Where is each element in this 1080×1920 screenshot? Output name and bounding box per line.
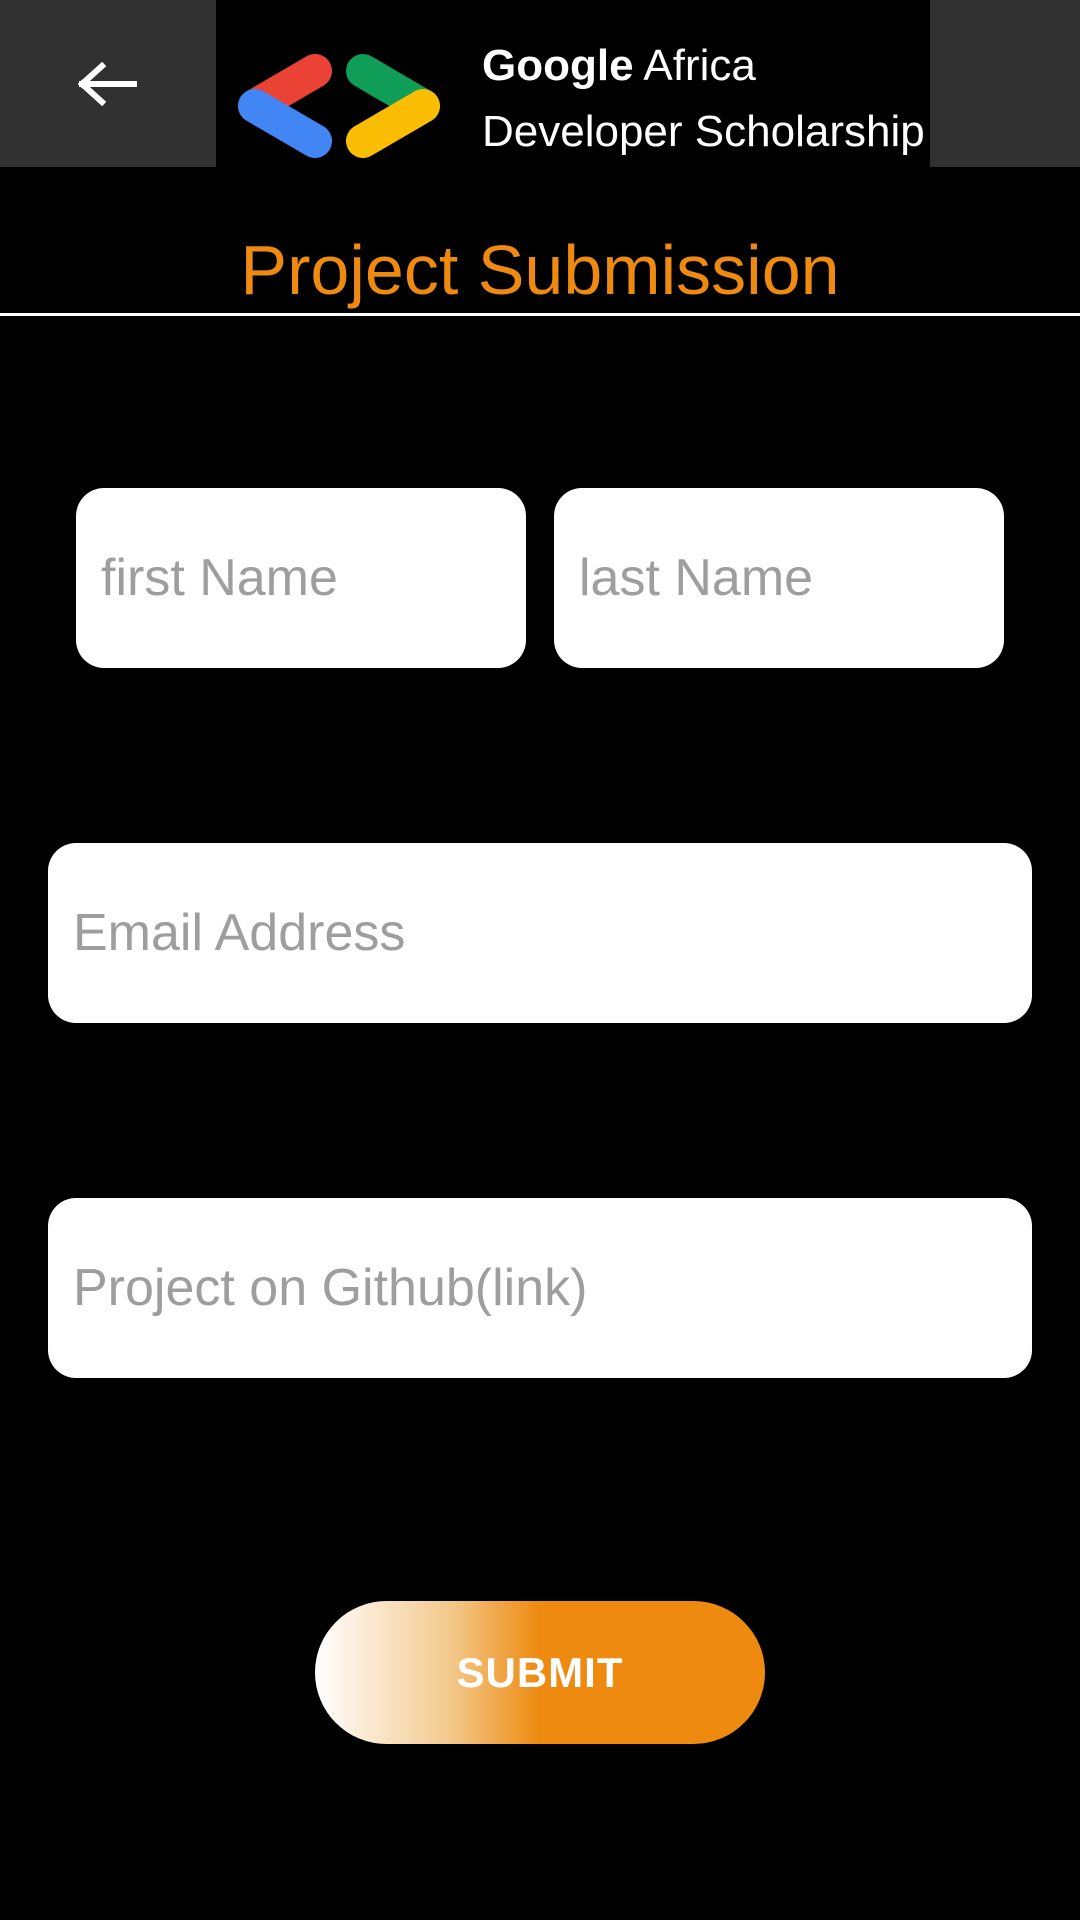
title-divider [0, 313, 1080, 316]
toolbar-right-panel [930, 0, 1080, 167]
brand-text: Google Africa Developer Scholarship [482, 38, 925, 160]
email-input[interactable] [48, 843, 1032, 1023]
brand-subtitle: Developer Scholarship [482, 107, 925, 156]
arrow-left-icon [78, 61, 137, 106]
brand-africa: Africa [643, 41, 756, 90]
submit-button[interactable]: SUBMIT [315, 1601, 765, 1744]
page-title: Project Submission [240, 231, 840, 309]
toolbar: Google Africa Developer Scholarship [0, 0, 1080, 167]
brand-title-line: Google Africa [482, 41, 756, 90]
github-link-input[interactable] [48, 1198, 1032, 1378]
project-submission-screen: Google Africa Developer Scholarship Proj… [0, 0, 1080, 1920]
first-name-input[interactable] [76, 488, 526, 668]
last-name-input[interactable] [554, 488, 1004, 668]
back-button[interactable] [0, 0, 216, 167]
google-developers-logo-icon [238, 54, 440, 158]
brand-google: Google [482, 41, 634, 90]
brand-header: Google Africa Developer Scholarship [216, 0, 930, 167]
